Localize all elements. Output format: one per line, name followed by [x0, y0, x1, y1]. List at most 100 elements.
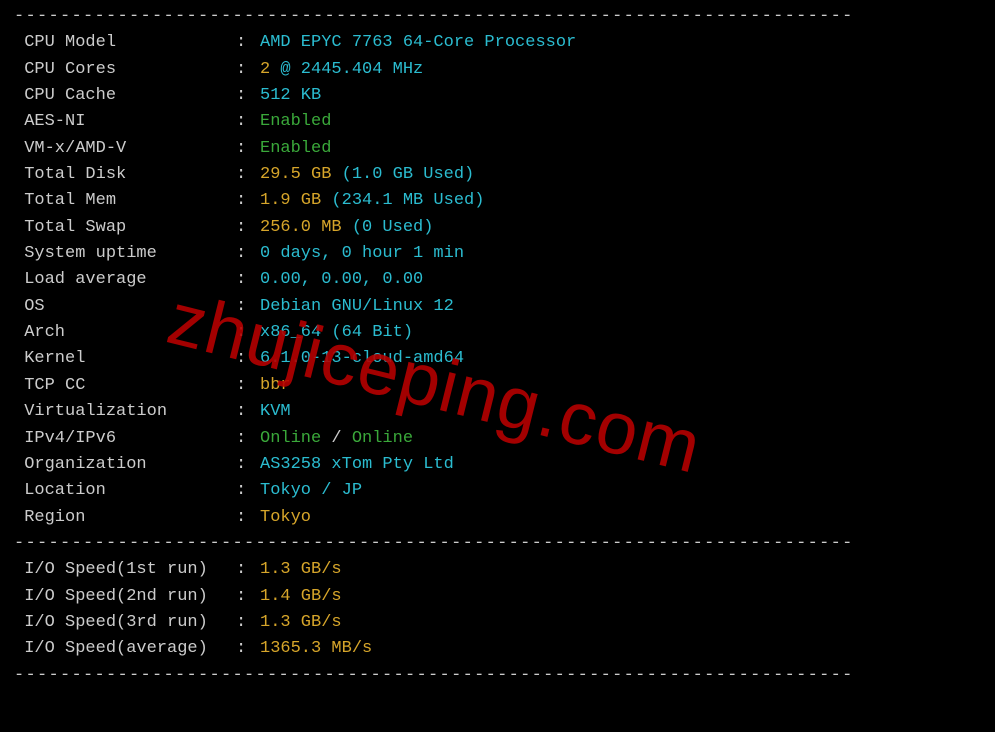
sysinfo-value-part: 29.5 GB — [260, 165, 331, 184]
sysinfo-value-part: 256.0 MB — [260, 218, 342, 237]
io-label: I/O Speed(average) — [14, 636, 236, 662]
sysinfo-value-part: 1.9 GB — [260, 191, 321, 210]
sysinfo-value: Enabled — [260, 136, 331, 162]
sysinfo-value: AS3258 xTom Pty Ltd — [260, 452, 454, 478]
sysinfo-value: Enabled — [260, 109, 331, 135]
sysinfo-value: 512 KB — [260, 83, 321, 109]
system-info-block: CPU Model: AMD EPYC 7763 64-Core Process… — [14, 30, 981, 531]
io-value-part: 1.3 GB/s — [260, 613, 342, 632]
sysinfo-value-part: Enabled — [260, 139, 331, 158]
sysinfo-row: Organization: AS3258 xTom Pty Ltd — [14, 452, 981, 478]
sysinfo-value-part: / — [321, 429, 352, 448]
sysinfo-label: Virtualization — [14, 399, 236, 425]
sysinfo-label: Load average — [14, 267, 236, 293]
sysinfo-value-part: Tokyo / JP — [260, 481, 362, 500]
io-label: I/O Speed(2nd run) — [14, 584, 236, 610]
io-speed-block: I/O Speed(1st run): 1.3 GB/s I/O Speed(2… — [14, 557, 981, 662]
sysinfo-row: OS: Debian GNU/Linux 12 — [14, 294, 981, 320]
io-row: I/O Speed(average): 1365.3 MB/s — [14, 636, 981, 662]
sysinfo-value: Tokyo — [260, 505, 311, 531]
separator-colon: : — [236, 426, 260, 452]
io-row: I/O Speed(3rd run): 1.3 GB/s — [14, 610, 981, 636]
sysinfo-value-part: Online — [352, 429, 413, 448]
sysinfo-label: Arch — [14, 320, 236, 346]
sysinfo-value-part: (1.0 GB Used) — [331, 165, 474, 184]
sysinfo-value: 1.9 GB (234.1 MB Used) — [260, 188, 484, 214]
sysinfo-row: System uptime: 0 days, 0 hour 1 min — [14, 241, 981, 267]
sysinfo-label: TCP CC — [14, 373, 236, 399]
sysinfo-label: CPU Model — [14, 30, 236, 56]
separator-colon: : — [236, 452, 260, 478]
sysinfo-value: AMD EPYC 7763 64-Core Processor — [260, 30, 576, 56]
sysinfo-value-part: 6.1.0-13-cloud-amd64 — [260, 349, 464, 368]
sysinfo-label: Region — [14, 505, 236, 531]
sysinfo-row: Location: Tokyo / JP — [14, 478, 981, 504]
sysinfo-label: OS — [14, 294, 236, 320]
sysinfo-value-part: Tokyo — [260, 508, 311, 527]
sysinfo-label: Location — [14, 478, 236, 504]
sysinfo-value: x86_64 (64 Bit) — [260, 320, 413, 346]
sysinfo-row: Arch: x86_64 (64 Bit) — [14, 320, 981, 346]
separator-colon: : — [236, 241, 260, 267]
sysinfo-row: Virtualization: KVM — [14, 399, 981, 425]
sysinfo-label: System uptime — [14, 241, 236, 267]
sysinfo-label: Organization — [14, 452, 236, 478]
sysinfo-value: Debian GNU/Linux 12 — [260, 294, 454, 320]
io-value: 1365.3 MB/s — [260, 636, 372, 662]
separator-colon: : — [236, 478, 260, 504]
divider-top: ----------------------------------------… — [14, 4, 981, 30]
sysinfo-value-part: 0 days, 0 hour 1 min — [260, 244, 464, 263]
sysinfo-row: Load average: 0.00, 0.00, 0.00 — [14, 267, 981, 293]
sysinfo-value-part: 0.00, 0.00, 0.00 — [260, 270, 423, 289]
io-value: 1.3 GB/s — [260, 557, 342, 583]
sysinfo-value: KVM — [260, 399, 291, 425]
sysinfo-row: VM-x/AMD-V: Enabled — [14, 136, 981, 162]
separator-colon: : — [236, 610, 260, 636]
sysinfo-value: 6.1.0-13-cloud-amd64 — [260, 346, 464, 372]
io-row: I/O Speed(1st run): 1.3 GB/s — [14, 557, 981, 583]
sysinfo-value-part: Online — [260, 429, 321, 448]
sysinfo-row: Kernel: 6.1.0-13-cloud-amd64 — [14, 346, 981, 372]
sysinfo-label: Total Disk — [14, 162, 236, 188]
separator-colon: : — [236, 30, 260, 56]
sysinfo-row: TCP CC: bbr — [14, 373, 981, 399]
io-value: 1.4 GB/s — [260, 584, 342, 610]
sysinfo-row: Total Mem: 1.9 GB (234.1 MB Used) — [14, 188, 981, 214]
separator-colon: : — [236, 636, 260, 662]
separator-colon: : — [236, 505, 260, 531]
separator-colon: : — [236, 320, 260, 346]
sysinfo-row: Total Disk: 29.5 GB (1.0 GB Used) — [14, 162, 981, 188]
io-label: I/O Speed(1st run) — [14, 557, 236, 583]
sysinfo-value-part: (0 Used) — [342, 218, 434, 237]
separator-colon: : — [236, 188, 260, 214]
sysinfo-label: Kernel — [14, 346, 236, 372]
io-value-part: 1.3 GB/s — [260, 560, 342, 579]
separator-colon: : — [236, 136, 260, 162]
separator-colon: : — [236, 373, 260, 399]
sysinfo-label: Total Mem — [14, 188, 236, 214]
sysinfo-value-part: AS3258 xTom Pty Ltd — [260, 455, 454, 474]
divider-mid: ----------------------------------------… — [14, 531, 981, 557]
sysinfo-value-part: 512 KB — [260, 86, 321, 105]
io-row: I/O Speed(2nd run): 1.4 GB/s — [14, 584, 981, 610]
sysinfo-row: CPU Cores: 2 @ 2445.404 MHz — [14, 57, 981, 83]
sysinfo-value: 0 days, 0 hour 1 min — [260, 241, 464, 267]
separator-colon: : — [236, 267, 260, 293]
sysinfo-label: Total Swap — [14, 215, 236, 241]
sysinfo-label: CPU Cache — [14, 83, 236, 109]
sysinfo-value: Online / Online — [260, 426, 413, 452]
sysinfo-value-part: 2 — [260, 60, 270, 79]
sysinfo-value-part: bbr — [260, 376, 291, 395]
separator-colon: : — [236, 584, 260, 610]
io-value-part: 1365.3 MB/s — [260, 639, 372, 658]
sysinfo-value-part: KVM — [260, 402, 291, 421]
separator-colon: : — [236, 162, 260, 188]
sysinfo-row: Region: Tokyo — [14, 505, 981, 531]
sysinfo-value: 256.0 MB (0 Used) — [260, 215, 433, 241]
sysinfo-value: 29.5 GB (1.0 GB Used) — [260, 162, 474, 188]
io-label: I/O Speed(3rd run) — [14, 610, 236, 636]
sysinfo-label: VM-x/AMD-V — [14, 136, 236, 162]
sysinfo-value: 2 @ 2445.404 MHz — [260, 57, 423, 83]
sysinfo-row: CPU Cache: 512 KB — [14, 83, 981, 109]
io-value: 1.3 GB/s — [260, 610, 342, 636]
